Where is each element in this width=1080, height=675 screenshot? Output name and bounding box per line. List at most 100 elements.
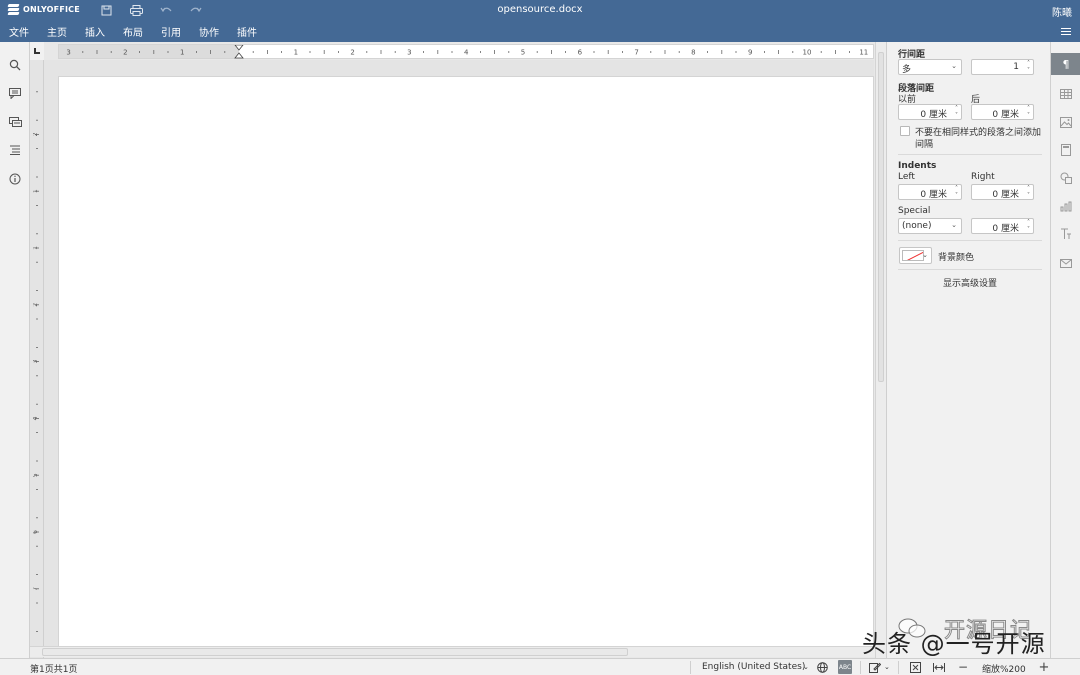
paragraph-settings-tab[interactable]: ¶ [1051, 53, 1080, 75]
spinner-icon: ˄ ˅ [1027, 219, 1030, 233]
ruler-label: 5 [33, 473, 39, 477]
horizontal-ruler[interactable]: 3 2 1 1 2 3 4 5 6 7 8 9 10 11 [58, 44, 874, 59]
vertical-ruler[interactable]: 2 1 1 2 3 4 5 6 7 [33, 76, 41, 646]
spinner-icon: ˄ ˅ [1027, 105, 1030, 119]
spinner-icon: ˄ ˅ [1027, 185, 1030, 199]
right-settings-tabs: ¶ [1050, 42, 1080, 658]
user-name[interactable]: 陈曦 [1052, 4, 1072, 19]
navigation-icon[interactable] [7, 142, 23, 158]
ruler-label: 9 [748, 49, 752, 57]
no-color-swatch [902, 250, 924, 261]
ruler-label: 8 [691, 49, 695, 57]
ruler-label: 2 [350, 49, 354, 57]
show-advanced-settings-link[interactable]: 显示高级设置 [898, 276, 1042, 289]
ruler-label: 4 [33, 416, 39, 420]
indent-right-label: Right [971, 172, 995, 182]
line-spacing-value-input[interactable]: 1 ˄ ˅ [971, 59, 1034, 75]
spacing-after-input[interactable]: 0 厘米 ˄ ˅ [971, 104, 1034, 120]
line-spacing-type-select[interactable]: 多 ⌄ [898, 59, 962, 75]
menu-collaboration[interactable]: 协作 [199, 24, 219, 39]
spell-check-icon[interactable]: ABC [838, 660, 852, 674]
zoom-level: 缩放%200 [982, 665, 1026, 675]
left-tab-icon [34, 48, 40, 54]
ruler-label: 1 [33, 189, 39, 193]
divider [690, 661, 691, 674]
hamburger-menu-icon[interactable] [1061, 28, 1071, 36]
chevron-down-icon: ⌄ [951, 62, 957, 70]
document-page[interactable] [58, 76, 874, 648]
paragraph-settings-panel: 行间距 多 ⌄ 1 ˄ ˅ 段落间距 以前 后 0 厘米 ˄ ˅ 0 厘米 ˄ ˅ 不… [886, 42, 1050, 658]
special-indent-select[interactable]: (none) ⌄ [898, 218, 962, 234]
chart-icon [1060, 201, 1072, 211]
ruler-label: 6 [33, 530, 39, 534]
document-title: opensource.docx [497, 4, 583, 15]
spinner-icon: ˄ ˅ [955, 105, 958, 119]
ruler-label: 3 [66, 49, 70, 57]
info-icon[interactable] [7, 171, 23, 187]
indent-right-input[interactable]: 0 厘米 ˄ ˅ [971, 184, 1034, 200]
chevron-down-icon[interactable]: ⌄ [803, 663, 809, 671]
fit-page-icon[interactable] [908, 660, 922, 674]
ruler-label: 3 [407, 49, 411, 57]
chat-icon[interactable] [7, 114, 23, 130]
indent-left-input[interactable]: 0 厘米 ˄ ˅ [898, 184, 962, 200]
menu-layout[interactable]: 布局 [123, 24, 143, 39]
zoom-in-icon[interactable]: + [1037, 660, 1051, 675]
dont-add-interval-checkbox[interactable] [900, 126, 910, 136]
vertical-scroll-thumb[interactable] [878, 52, 884, 382]
document-language[interactable]: English (United States) [702, 662, 805, 672]
ruler-label: 1 [180, 49, 184, 57]
shape-settings-tab[interactable] [1051, 167, 1080, 189]
table-settings-tab[interactable] [1051, 83, 1080, 105]
zoom-out-icon[interactable]: − [956, 660, 970, 674]
image-settings-tab[interactable] [1051, 111, 1080, 133]
ruler-label: 1 [33, 246, 39, 250]
vertical-scrollbar[interactable] [875, 42, 886, 658]
search-icon[interactable] [7, 57, 23, 73]
header-footer-icon [1061, 144, 1071, 156]
mail-icon [1060, 258, 1072, 268]
special-label: Special [898, 206, 931, 216]
spinner-icon: ˄ ˅ [955, 185, 958, 199]
menu-home[interactable]: 主页 [47, 24, 67, 39]
tab-stop-selector[interactable] [30, 42, 44, 60]
fit-width-icon[interactable] [932, 660, 946, 674]
status-bar: 第1页共1页 English (United States) ⌄ ABC ⌄ −… [0, 658, 1080, 675]
background-color-picker[interactable]: ⌄ [899, 247, 932, 264]
spinner-icon: ˄ ˅ [1027, 60, 1030, 74]
spacing-before-input[interactable]: 0 厘米 ˄ ˅ [898, 104, 962, 120]
menu-insert[interactable]: 插入 [85, 24, 105, 39]
spacing-after-value: 0 厘米 [992, 110, 1019, 120]
shape-icon [1060, 172, 1072, 184]
menu-plugins[interactable]: 插件 [237, 24, 257, 39]
menu-references[interactable]: 引用 [161, 24, 181, 39]
header-footer-settings-tab[interactable] [1051, 139, 1080, 161]
menu-file[interactable]: 文件 [9, 24, 29, 39]
ruler-label: 5 [521, 49, 525, 57]
main-menu: 文件 主页 插入 布局 引用 协作 插件 [0, 24, 266, 39]
divider [898, 661, 899, 674]
indents-label: Indents [898, 161, 937, 171]
page-counter[interactable]: 第1页共1页 [30, 662, 77, 675]
ruler-label: 7 [634, 49, 638, 57]
ruler-label: 2 [33, 303, 39, 307]
chart-settings-tab[interactable] [1051, 195, 1080, 217]
special-by-input[interactable]: 0 厘米 ˄ ˅ [971, 218, 1034, 234]
image-icon [1060, 116, 1072, 128]
comment-icon[interactable] [7, 85, 23, 101]
horizontal-scrollbar[interactable] [30, 646, 875, 657]
mail-merge-settings-tab[interactable] [1051, 252, 1080, 274]
vertical-ruler-ticks: 2 1 1 2 3 4 5 6 7 [33, 91, 39, 632]
horizontal-scroll-thumb[interactable] [42, 648, 628, 656]
text-art-settings-tab[interactable] [1051, 223, 1080, 245]
indent-marker[interactable] [234, 45, 244, 59]
chevron-down-icon[interactable]: ⌄ [884, 663, 890, 671]
divider [860, 661, 861, 674]
chevron-down-icon: ⌄ [922, 251, 928, 259]
divider [898, 240, 1042, 241]
line-spacing-value: 1 [1013, 62, 1019, 72]
globe-icon[interactable] [815, 660, 829, 674]
track-changes-icon[interactable] [868, 660, 882, 674]
ruler-label: 2 [123, 49, 127, 57]
special-by-value: 0 厘米 [992, 224, 1019, 234]
